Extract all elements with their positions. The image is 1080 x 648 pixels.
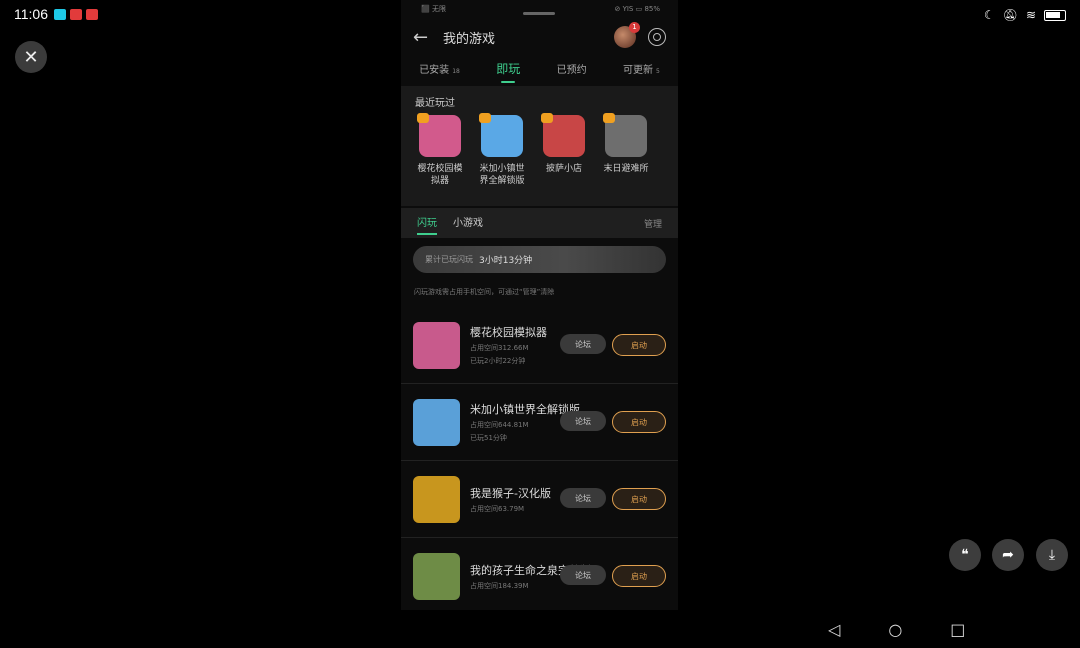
sub-tabs: 闪玩 小游戏 管理 — [401, 208, 678, 238]
nav-back-icon[interactable]: ◁ — [828, 620, 840, 639]
nav-recent-icon[interactable]: □ — [950, 620, 965, 639]
recent-item-label: 披萨小店 — [545, 164, 582, 174]
launch-button[interactable]: 启动 — [612, 334, 666, 356]
phone-status-right: ⊘ YIS ▭ 85% — [614, 5, 661, 13]
tab-mini-games[interactable]: 小游戏 — [453, 214, 483, 233]
launch-button[interactable]: 启动 — [612, 488, 666, 510]
drag-handle[interactable] — [523, 12, 555, 15]
game-played: 已玩2小时22分钟 — [470, 357, 526, 365]
usage-value: 3小时13分钟 — [479, 256, 533, 266]
usage-summary: 累计已玩闪玩 3小时13分钟 — [413, 246, 666, 273]
download-button[interactable]: ⤓ — [1036, 539, 1068, 571]
system-nav-bar: ◁ ○ □ — [828, 620, 965, 639]
recent-section: 最近玩过 樱花校园模拟器 米加小镇世界全解锁版 披萨小店 末日避难所 — [401, 86, 678, 206]
launch-button[interactable]: 启动 — [612, 565, 666, 587]
recent-item[interactable]: 樱花校园模拟器 — [415, 113, 465, 187]
forum-button[interactable]: 论坛 — [560, 488, 606, 508]
manage-button[interactable]: 管理 — [644, 217, 662, 230]
notification-icon-3 — [86, 9, 98, 20]
storage-hint: 闪玩游戏需占用手机空间，可通过“管理”清除 — [414, 288, 555, 296]
game-icon — [413, 321, 460, 369]
main-tabs: 已安装 18 即玩 已预约 可更新 5 — [401, 56, 678, 86]
tab-flash-play[interactable]: 闪玩 — [417, 214, 437, 235]
recent-item[interactable]: 末日避难所 — [601, 113, 651, 187]
system-time: 11:06 — [14, 6, 48, 22]
list-item[interactable]: 我的孩子生命之泉完整版 占用空间184.39M 论坛 启动 — [401, 538, 678, 610]
recent-title: 最近玩过 — [415, 98, 455, 109]
list-item[interactable]: 米加小镇世界全解锁版 占用空间644.81M 已玩51分钟 论坛 启动 — [401, 384, 678, 461]
game-icon — [413, 475, 460, 523]
share-icon: ➦ — [1002, 547, 1014, 563]
close-button[interactable]: ✕ — [15, 41, 47, 73]
avatar-badge: 1 — [629, 22, 640, 33]
gear-icon[interactable] — [648, 28, 666, 46]
recent-item-label: 米加小镇世界全解锁版 — [479, 164, 525, 186]
game-icon — [413, 398, 460, 446]
recent-item-label: 末日避难所 — [603, 164, 649, 174]
recent-item-label: 樱花校园模拟器 — [417, 164, 463, 186]
game-icon — [541, 113, 585, 157]
tab-installed[interactable]: 已安装 18 — [419, 61, 460, 82]
download-icon: ⤓ — [1048, 547, 1056, 563]
avatar[interactable]: 1 — [614, 22, 640, 48]
list-item[interactable]: 樱花校园模拟器 占用空间312.66M 已玩2小时22分钟 论坛 启动 — [401, 307, 678, 384]
phone-status-left: ⬛ 无限 — [421, 5, 446, 13]
phone-screen: ⬛ 无限 ⊘ YIS ▭ 85% ← 我的游戏 1 已安装 18 即玩 已预约 可… — [401, 0, 678, 610]
notification-icon-2 — [70, 9, 82, 20]
launch-button[interactable]: 启动 — [612, 411, 666, 433]
game-icon — [479, 113, 523, 157]
battery-icon — [1044, 9, 1066, 21]
forum-button[interactable]: 论坛 — [560, 334, 606, 354]
recent-item[interactable]: 披萨小店 — [539, 113, 589, 187]
wifi-icon: ≋ — [1025, 8, 1036, 22]
forum-button[interactable]: 论坛 — [560, 565, 606, 585]
game-icon — [417, 113, 461, 157]
share-button[interactable]: ➦ — [992, 539, 1024, 571]
game-icon — [603, 113, 647, 157]
back-icon[interactable]: ← — [413, 27, 443, 48]
mute-icon: 🔕︎ — [1002, 8, 1018, 22]
nav-home-icon[interactable]: ○ — [888, 620, 902, 639]
game-played: 已玩51分钟 — [470, 434, 507, 442]
notification-icon-1 — [54, 9, 66, 20]
page-header: ← 我的游戏 1 — [401, 18, 678, 56]
quote-icon: ❝ — [961, 547, 969, 563]
usage-label: 累计已玩闪玩 — [425, 255, 473, 264]
page-title: 我的游戏 — [443, 31, 496, 47]
tab-reserved[interactable]: 已预约 — [557, 61, 587, 82]
quote-button[interactable]: ❝ — [949, 539, 981, 571]
forum-button[interactable]: 论坛 — [560, 411, 606, 431]
tab-instant-play[interactable]: 即玩 — [496, 60, 520, 83]
recent-item[interactable]: 米加小镇世界全解锁版 — [477, 113, 527, 187]
system-status-icons: ☾ 🔕︎ ≋ — [984, 8, 1066, 22]
game-icon — [413, 552, 460, 600]
moon-icon: ☾ — [983, 8, 995, 22]
phone-status-bar: ⬛ 无限 ⊘ YIS ▭ 85% — [401, 0, 678, 18]
list-item[interactable]: 我是猴子-汉化版 占用空间63.79M 论坛 启动 — [401, 461, 678, 538]
close-icon: ✕ — [23, 46, 39, 68]
recent-list: 樱花校园模拟器 米加小镇世界全解锁版 披萨小店 末日避难所 — [415, 113, 664, 187]
tab-updatable[interactable]: 可更新 5 — [623, 61, 660, 82]
